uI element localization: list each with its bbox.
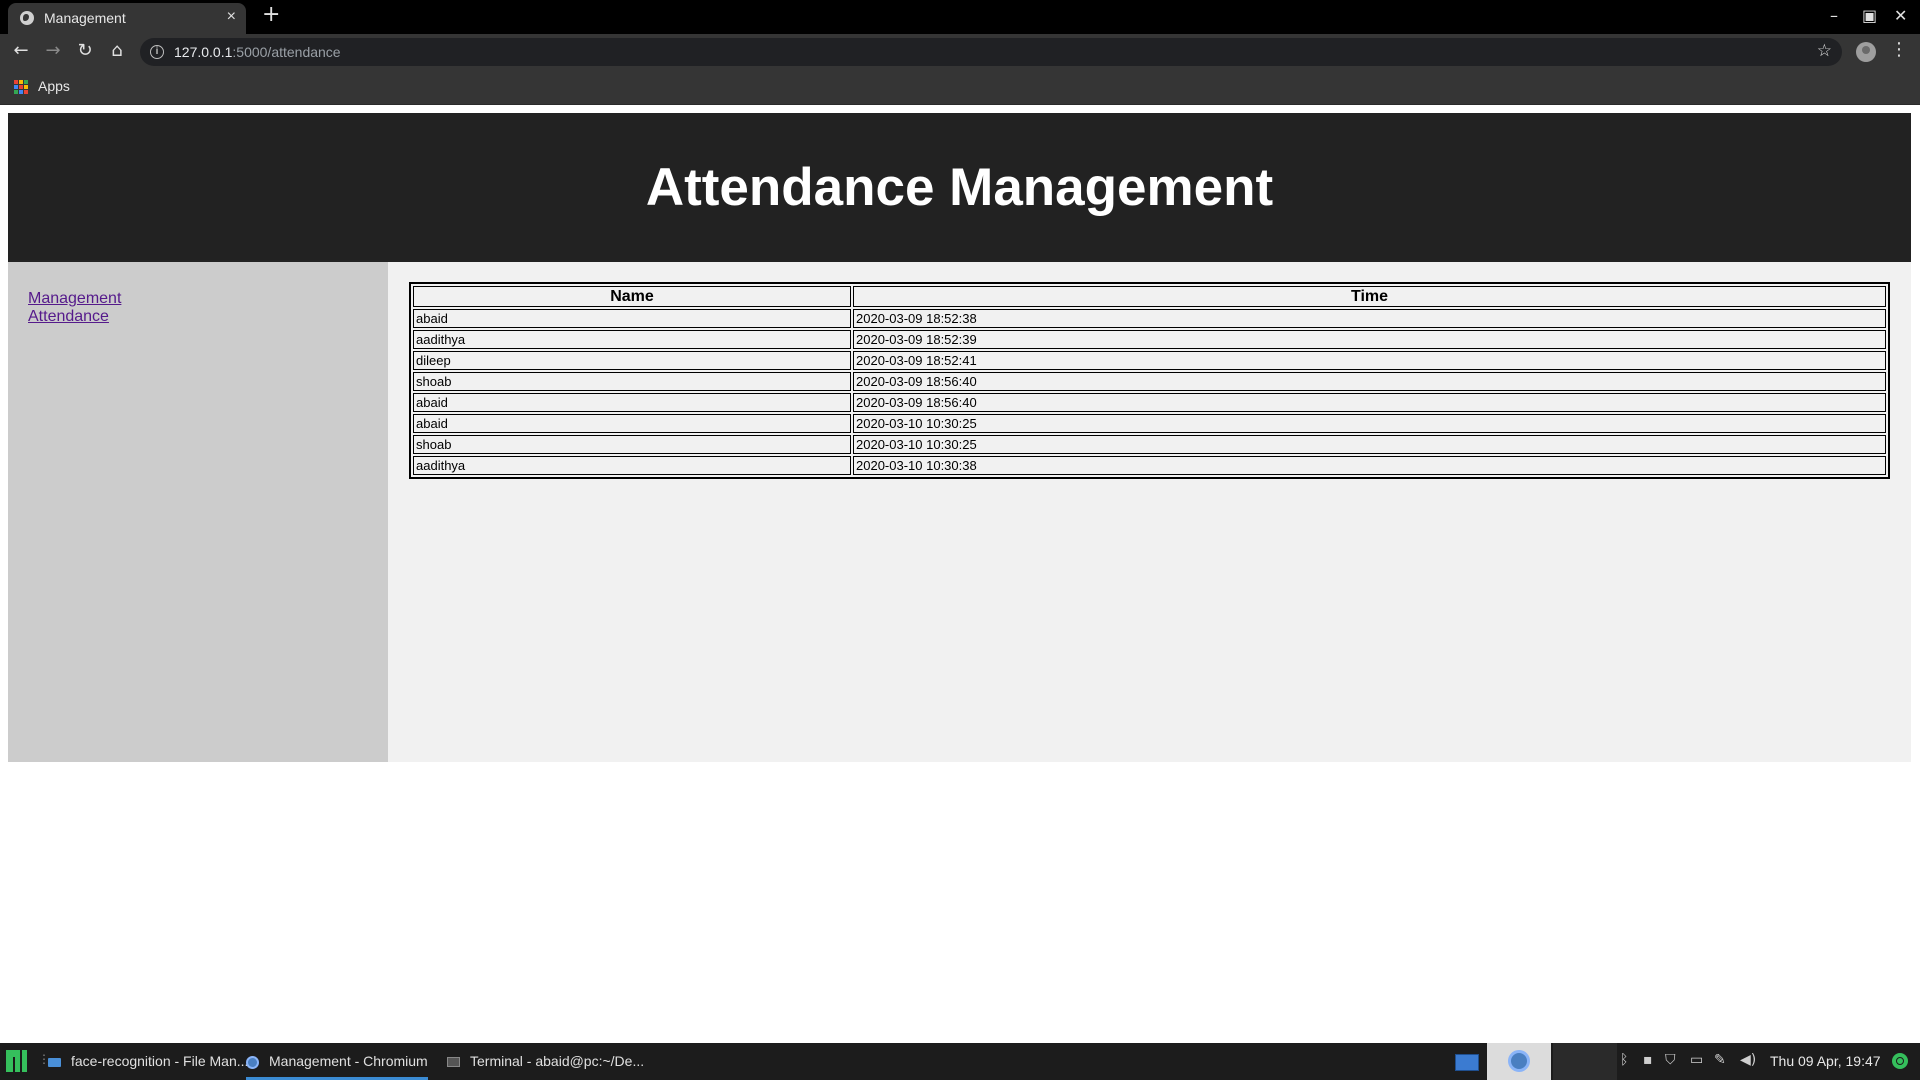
table-row: abaid 2020-03-09 18:56:40 <box>413 393 1886 412</box>
page-header: Attendance Management <box>8 113 1911 262</box>
close-window-button[interactable]: ✕ <box>1894 6 1907 25</box>
cell-time: 2020-03-09 18:56:40 <box>853 372 1886 391</box>
apps-grid-icon[interactable] <box>14 80 28 94</box>
arrow-left-icon[interactable]: ← <box>10 40 32 62</box>
table-row: aadithya 2020-03-10 10:30:38 <box>413 456 1886 475</box>
browser-tab-bar: Management × + – ▣ ✕ <box>0 0 1920 34</box>
taskbar-item-label: Management - Chromium <box>269 1053 428 1069</box>
cell-name: abaid <box>413 393 851 412</box>
manjaro-logo-icon[interactable] <box>2 1046 30 1076</box>
cell-name: shoab <box>413 435 851 454</box>
home-icon[interactable]: ⌂ <box>106 40 128 62</box>
workspace-1-button[interactable] <box>1455 1054 1479 1071</box>
sidebar-link-attendance[interactable]: Attendance <box>28 308 109 326</box>
new-tab-button[interactable]: + <box>262 2 280 27</box>
taskbar: ⋮ face-recognition - File Man... Managem… <box>0 1043 1920 1080</box>
shield-icon[interactable]: ⛉ <box>1665 1052 1676 1068</box>
table-row: shoab 2020-03-10 10:30:25 <box>413 435 1886 454</box>
url-host: 127.0.0.1 <box>174 44 233 60</box>
power-icon[interactable] <box>1892 1053 1908 1069</box>
sidebar: Management Attendance <box>8 262 388 762</box>
main-content: Name Time abaid 2020-03-09 18:52:38 aadit… <box>388 262 1911 762</box>
taskbar-item-label: face-recognition - File Man... <box>71 1053 249 1069</box>
cell-name: abaid <box>413 309 851 328</box>
cell-time: 2020-03-09 18:52:39 <box>853 330 1886 349</box>
column-header-time: Time <box>853 286 1886 307</box>
network-icon[interactable]: ▭ <box>1690 1052 1703 1068</box>
attendance-table: Name Time abaid 2020-03-09 18:52:38 aadit… <box>409 282 1890 479</box>
table-row: shoab 2020-03-09 18:56:40 <box>413 372 1886 391</box>
paperclip-icon[interactable]: ✎ <box>1714 1052 1726 1068</box>
page-title: Attendance Management <box>645 158 1274 217</box>
taskbar-item-file-manager[interactable]: face-recognition - File Man... <box>48 1043 248 1080</box>
star-icon[interactable]: ☆ <box>1817 41 1832 61</box>
cell-time: 2020-03-10 10:30:38 <box>853 456 1886 475</box>
menu-dots-icon[interactable]: ⋮ <box>1890 39 1908 60</box>
table-header-row: Name Time <box>413 286 1886 307</box>
sidebar-link-management[interactable]: Management <box>28 290 121 308</box>
chromium-icon <box>246 1055 259 1069</box>
bluetooth-icon[interactable]: ᛒ <box>1620 1052 1628 1068</box>
minimize-button[interactable]: – <box>1830 6 1838 25</box>
cell-name: abaid <box>413 414 851 433</box>
arrow-right-icon[interactable]: → <box>42 40 64 62</box>
maximize-button[interactable]: ▣ <box>1862 6 1877 25</box>
url-path: :5000/attendance <box>232 44 341 60</box>
column-header-name: Name <box>413 286 851 307</box>
apps-bookmark[interactable]: Apps <box>38 78 70 94</box>
taskbar-item-chromium[interactable]: Management - Chromium <box>246 1043 428 1080</box>
cell-time: 2020-03-09 18:52:38 <box>853 309 1886 328</box>
tab-close-icon[interactable]: × <box>227 8 236 26</box>
browser-toolbar: ← → ↻ ⌂ i 127.0.0.1:5000/attendance ☆ ⋮ <box>0 34 1920 70</box>
table-row: aadithya 2020-03-09 18:52:39 <box>413 330 1886 349</box>
table-row: dileep 2020-03-09 18:52:41 <box>413 351 1886 370</box>
table-row: abaid 2020-03-09 18:52:38 <box>413 309 1886 328</box>
cell-name: aadithya <box>413 330 851 349</box>
reload-icon[interactable]: ↻ <box>74 40 96 62</box>
profile-avatar[interactable] <box>1856 42 1876 62</box>
taskbar-item-label: Terminal - abaid@pc:~/De... <box>470 1053 645 1069</box>
bookmarks-bar: Apps <box>0 70 1920 105</box>
taskbar-item-terminal[interactable]: Terminal - abaid@pc:~/De... <box>447 1043 644 1080</box>
cell-name: shoab <box>413 372 851 391</box>
cell-name: aadithya <box>413 456 851 475</box>
terminal-icon <box>447 1057 460 1068</box>
info-icon[interactable]: i <box>150 45 164 59</box>
cell-time: 2020-03-10 10:30:25 <box>853 414 1886 433</box>
cell-name: dileep <box>413 351 851 370</box>
volume-icon[interactable]: ◀) <box>1740 1052 1756 1068</box>
workspace-3-button[interactable] <box>1553 1043 1617 1080</box>
browser-tab[interactable]: Management × <box>8 3 246 34</box>
url-text[interactable]: 127.0.0.1:5000/attendance <box>174 44 341 60</box>
page-viewport: Attendance Management Management Attenda… <box>0 105 1920 1040</box>
cell-time: 2020-03-09 18:52:41 <box>853 351 1886 370</box>
cell-time: 2020-03-09 18:56:40 <box>853 393 1886 412</box>
folder-icon <box>48 1057 61 1067</box>
workspace-2-button[interactable] <box>1487 1043 1551 1080</box>
table-row: abaid 2020-03-10 10:30:25 <box>413 414 1886 433</box>
cell-time: 2020-03-10 10:30:25 <box>853 435 1886 454</box>
address-bar[interactable]: i 127.0.0.1:5000/attendance ☆ <box>140 38 1842 66</box>
globe-icon <box>20 11 34 25</box>
tab-title: Management <box>44 10 126 26</box>
clipboard-icon[interactable]: ▪ <box>1643 1052 1653 1068</box>
taskbar-clock[interactable]: Thu 09 Apr, 19:47 <box>1770 1053 1881 1069</box>
